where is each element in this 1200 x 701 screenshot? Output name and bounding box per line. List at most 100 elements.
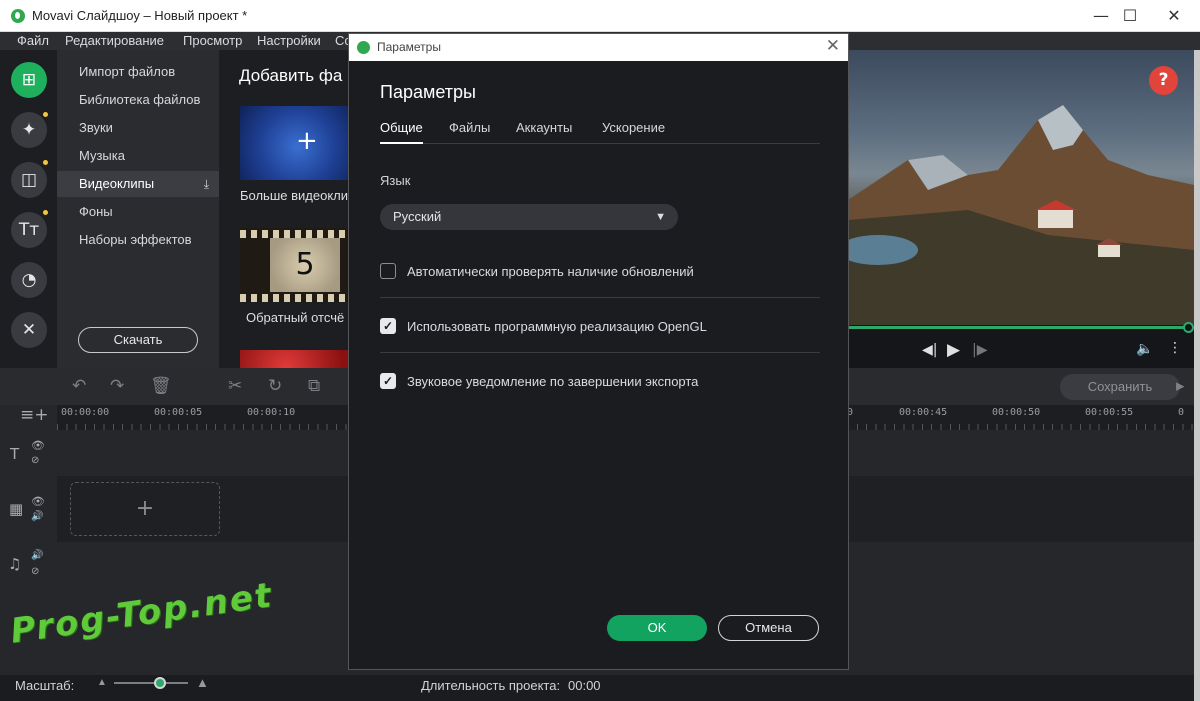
ok-button[interactable]: OK bbox=[607, 615, 707, 641]
import-menu-item-label: Видеоклипы bbox=[79, 176, 155, 191]
import-menu-item[interactable]: Фоны bbox=[57, 199, 219, 225]
opengl-checkbox[interactable]: ✓ bbox=[380, 318, 396, 334]
ruler-label: 00:00:10 bbox=[247, 407, 296, 418]
import-tab-button[interactable]: ⊞ bbox=[11, 62, 47, 98]
scroll-arrow-icon[interactable]: ▸ bbox=[1176, 376, 1185, 396]
plus-icon: + bbox=[135, 496, 155, 521]
plus-icon: + bbox=[296, 126, 318, 156]
speaker-icon[interactable]: 🔊 bbox=[31, 550, 43, 561]
volume-icon[interactable]: 🔈 bbox=[1136, 341, 1153, 357]
import-menu-item[interactable]: Наборы эффектов bbox=[57, 227, 219, 253]
import-menu-item[interactable]: Звуки bbox=[57, 115, 219, 141]
content-area: Добавить фа + Больше видеокли 5 Обратный… bbox=[219, 50, 350, 368]
ruler-label: 00:00:00 bbox=[61, 407, 110, 418]
dialog-heading: Параметры bbox=[380, 82, 476, 102]
eye-icon[interactable]: 👁 bbox=[31, 439, 45, 452]
link-icon[interactable]: ⊘ bbox=[31, 566, 39, 577]
tab-general[interactable]: Общие bbox=[380, 120, 423, 144]
next-frame-icon[interactable]: |▶ bbox=[972, 342, 987, 358]
notification-dot bbox=[43, 210, 48, 215]
menu-settings[interactable]: Настройки bbox=[257, 33, 321, 48]
transitions-tab-button[interactable]: ◫ bbox=[11, 162, 47, 198]
zoom-slider[interactable] bbox=[114, 682, 188, 684]
tools-icon: ✕ bbox=[21, 320, 37, 340]
dialog-window-title: Параметры bbox=[377, 40, 441, 54]
ruler-label: 00:00:05 bbox=[154, 407, 203, 418]
divider bbox=[380, 297, 820, 298]
link-icon[interactable]: ⊘ bbox=[31, 455, 39, 466]
notification-dot bbox=[43, 112, 48, 117]
language-label: Язык bbox=[380, 173, 411, 188]
clip-thumbnail[interactable] bbox=[240, 350, 350, 368]
zoom-slider-knob[interactable] bbox=[154, 677, 166, 689]
auto-update-checkbox[interactable] bbox=[380, 263, 396, 279]
divider bbox=[380, 352, 820, 353]
help-button[interactable]: ? bbox=[1149, 66, 1178, 95]
text-icon: Tт bbox=[18, 220, 40, 240]
tab-accounts[interactable]: Аккаунты bbox=[516, 120, 572, 144]
language-select[interactable]: Русский ▼ bbox=[380, 204, 678, 230]
tab-files[interactable]: Файлы bbox=[449, 120, 490, 144]
speaker-icon[interactable]: 🔊 bbox=[31, 511, 43, 522]
option-label: Автоматически проверять наличие обновлен… bbox=[407, 264, 694, 279]
tools-tab-button[interactable]: ✕ bbox=[11, 312, 47, 348]
export-sound-checkbox[interactable]: ✓ bbox=[380, 373, 396, 389]
zoom-label: Масштаб: bbox=[15, 678, 75, 693]
app-logo-icon bbox=[11, 9, 25, 23]
tab-acceleration[interactable]: Ускорение bbox=[602, 120, 665, 144]
close-window-button[interactable]: ✕ bbox=[1155, 4, 1193, 28]
import-menu-item[interactable]: Импорт файлов bbox=[57, 59, 219, 85]
film-strip bbox=[240, 230, 350, 238]
playback-knob[interactable] bbox=[1183, 322, 1194, 333]
filters-tab-button[interactable]: ◔ bbox=[11, 262, 47, 298]
more-options-icon[interactable]: ⋮ bbox=[1168, 340, 1182, 356]
redo-icon[interactable]: ↷ bbox=[110, 376, 124, 396]
thumbnail-label: Больше видеокли bbox=[240, 188, 348, 203]
countdown-number: 5 bbox=[270, 238, 340, 292]
zoom-out-icon[interactable]: ▲ bbox=[97, 677, 107, 688]
countdown-thumbnail[interactable]: 5 bbox=[240, 228, 350, 302]
window-titlebar: Movavi Слайдшоу – Новый проект * — ☐ ✕ bbox=[0, 0, 1200, 32]
video-track-icon: ▦ bbox=[9, 500, 24, 518]
dialog-close-button[interactable]: ✕ bbox=[826, 36, 840, 56]
titles-tab-button[interactable]: Tт bbox=[11, 212, 47, 248]
undo-icon[interactable]: ↶ bbox=[72, 376, 86, 396]
cut-icon[interactable]: ✂ bbox=[228, 376, 242, 396]
preview-panel: ? ◀| ▶ |▶ 🔈 ⋮ bbox=[848, 50, 1194, 368]
window-scrollbar[interactable] bbox=[1194, 50, 1200, 701]
previous-frame-icon[interactable]: ◀| bbox=[922, 342, 937, 358]
maximize-button[interactable]: ☐ bbox=[1111, 4, 1149, 28]
magic-tab-button[interactable]: ✦ bbox=[11, 112, 47, 148]
preview-image: ? bbox=[848, 50, 1194, 325]
ruler-label: 00:00:45 bbox=[899, 407, 948, 418]
menu-view[interactable]: Просмотр bbox=[183, 33, 242, 48]
option-label: Использовать программную реализацию Open… bbox=[407, 319, 707, 334]
crop-icon[interactable]: ⧉ bbox=[308, 376, 320, 396]
ruler-label: 0 bbox=[1178, 407, 1185, 418]
zoom-in-icon[interactable]: ▲ bbox=[196, 675, 209, 690]
menu-edit[interactable]: Редактирование bbox=[65, 33, 164, 48]
more-clips-thumbnail[interactable]: + bbox=[240, 106, 350, 180]
app-logo-icon bbox=[357, 41, 370, 54]
import-menu-item[interactable]: Библиотека файлов bbox=[57, 87, 219, 113]
add-track-icon[interactable]: ≡+ bbox=[20, 405, 49, 425]
menu-file[interactable]: Файл bbox=[17, 33, 49, 48]
music-track-icon: ♫ bbox=[8, 555, 22, 573]
rotate-icon[interactable]: ↻ bbox=[268, 376, 282, 396]
language-select-value: Русский bbox=[393, 209, 442, 224]
film-strip bbox=[240, 294, 350, 302]
playback-progress[interactable] bbox=[848, 326, 1188, 329]
download-icon: ⤓ bbox=[203, 177, 209, 191]
eye-icon[interactable]: 👁 bbox=[31, 495, 45, 508]
download-button[interactable]: Скачать bbox=[78, 327, 198, 353]
save-button[interactable]: Сохранить bbox=[1060, 374, 1180, 400]
play-icon[interactable]: ▶ bbox=[947, 340, 960, 360]
delete-icon[interactable]: 🗑 bbox=[150, 376, 172, 396]
add-clip-placeholder[interactable]: + bbox=[70, 482, 220, 536]
notification-dot bbox=[43, 160, 48, 165]
window-title: Movavi Слайдшоу – Новый проект * bbox=[32, 8, 248, 23]
transition-icon: ◫ bbox=[20, 170, 38, 190]
cancel-button[interactable]: Отмена bbox=[718, 615, 819, 641]
import-menu-item-active[interactable]: Видеоклипы ⤓ bbox=[57, 171, 219, 197]
import-menu-item[interactable]: Музыка bbox=[57, 143, 219, 169]
